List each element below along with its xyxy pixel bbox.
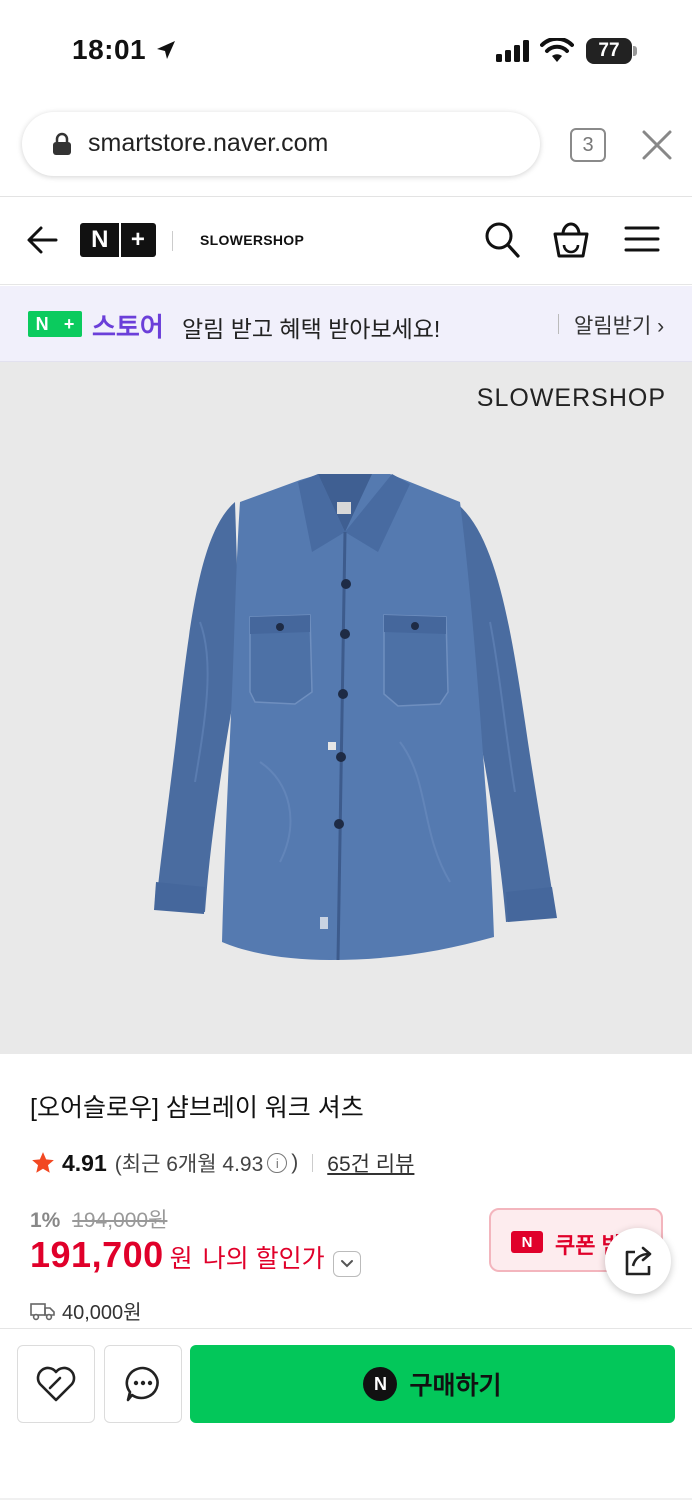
buy-button[interactable]: N 구매하기 xyxy=(190,1345,675,1423)
shop-name[interactable]: SLOWERSHOP xyxy=(200,232,304,248)
badge-plus: + xyxy=(63,313,75,334)
brand-watermark: SLOWERSHOP xyxy=(476,384,666,412)
naver-plus-badge: N + xyxy=(28,311,82,337)
chat-icon xyxy=(125,1366,159,1402)
share-icon xyxy=(625,1246,652,1276)
status-time: 18:01 xyxy=(72,34,147,65)
shipping-fee: 40,000원 xyxy=(62,1302,142,1324)
shipping-row: 40,000원 xyxy=(30,1296,142,1325)
tabs-button[interactable]: 3 xyxy=(570,128,606,162)
store-header: N + SLOWERSHOP xyxy=(0,197,692,285)
review-count-link[interactable]: 65건 리뷰 xyxy=(327,1148,414,1178)
badge-n: N xyxy=(35,313,49,334)
price-row: 191,700 원 나의 할인가 xyxy=(30,1234,361,1277)
battery-cap xyxy=(633,46,637,56)
banner-separator xyxy=(558,314,559,334)
menu-icon[interactable] xyxy=(624,225,660,253)
rating-row: 4.91 (최근 6개월 4.93 i ) 65건 리뷰 xyxy=(30,1148,414,1178)
notification-banner: N + 스토어 알림 받고 혜택 받아보세요! 알림받기 › xyxy=(0,286,692,362)
product-image[interactable]: SLOWERSHOP xyxy=(0,362,692,1054)
status-bar: 18:01 77 xyxy=(0,0,692,100)
currency-label: 원 xyxy=(169,1245,193,1273)
lock-icon xyxy=(53,132,71,155)
my-discount-label: 나의 할인가 xyxy=(202,1245,325,1273)
banner-message: 알림 받고 혜택 받아보세요! xyxy=(182,316,441,342)
like-button[interactable] xyxy=(17,1345,95,1423)
recent-rating-close: ) xyxy=(291,1151,299,1174)
bottom-divider xyxy=(0,1328,692,1329)
chevron-right-icon: › xyxy=(657,315,665,338)
recent-rating: (최근 6개월 4.93 xyxy=(114,1153,264,1176)
logo-plus: + xyxy=(130,226,145,253)
naverpay-badge: N xyxy=(363,1367,398,1401)
logo-separator xyxy=(118,223,121,257)
truck-icon xyxy=(30,1302,55,1320)
coupon-n-badge: N xyxy=(511,1231,543,1253)
rating-score: 4.91 xyxy=(62,1149,107,1176)
logo-n: N xyxy=(91,226,109,253)
notify-me-link[interactable]: 알림받기 › xyxy=(574,310,664,340)
back-arrow-icon[interactable] xyxy=(26,223,60,257)
shirt-image xyxy=(154,474,557,961)
chevron-down-icon xyxy=(340,1260,353,1268)
sale-price: 191,700 xyxy=(30,1234,164,1275)
original-price: 194,000원 xyxy=(72,1209,168,1232)
heart-icon xyxy=(36,1366,76,1402)
location-arrow-icon xyxy=(157,41,175,59)
search-icon[interactable] xyxy=(484,221,520,259)
close-icon[interactable] xyxy=(640,128,674,162)
battery-icon: 77 xyxy=(586,38,632,64)
discount-rate: 1% xyxy=(30,1209,61,1232)
header-divider xyxy=(172,231,173,251)
discount-expand-button[interactable] xyxy=(332,1251,361,1277)
star-icon xyxy=(32,1152,54,1173)
talk-button[interactable] xyxy=(104,1345,182,1423)
url-bar[interactable]: smartstore.naver.com xyxy=(22,112,540,176)
notify-me-label: 알림받기 xyxy=(574,315,652,338)
url-text: smartstore.naver.com xyxy=(88,129,329,157)
banner-store-label: 스토어 xyxy=(92,312,164,342)
signal-icon xyxy=(496,40,529,62)
wifi-icon xyxy=(540,38,574,62)
product-title: [오어슬로우] 샴브레이 워크 셔츠 xyxy=(30,1094,364,1122)
info-icon[interactable]: i xyxy=(267,1153,288,1173)
buy-label: 구매하기 xyxy=(409,1372,502,1400)
share-button[interactable] xyxy=(605,1228,671,1294)
discount-row: 1% 194,000원 xyxy=(30,1204,167,1234)
rating-separator xyxy=(312,1154,314,1172)
cart-icon[interactable] xyxy=(552,219,590,259)
naver-plus-logo[interactable]: N + xyxy=(80,223,156,257)
